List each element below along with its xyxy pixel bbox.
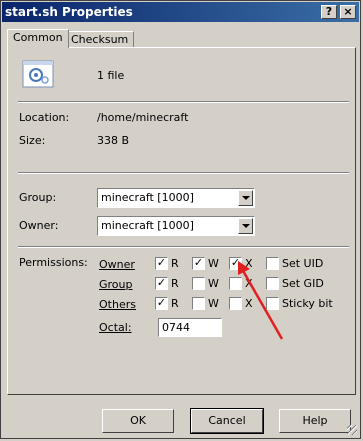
group-read-checkbox[interactable]: ✓ <box>155 277 168 290</box>
close-button[interactable]: × <box>340 5 356 19</box>
group-write-checkbox[interactable] <box>192 277 205 290</box>
owner-read-checkbox[interactable]: ✓ <box>155 257 168 270</box>
octal-label: Octal: <box>99 321 132 334</box>
file-count: 1 file <box>97 69 125 82</box>
r-label: R <box>171 297 179 310</box>
location-label: Location: <box>19 111 70 124</box>
others-read-checkbox[interactable]: ✓ <box>155 297 168 310</box>
common-tab-panel: 1 file Location: /home/minecraft Size: 3… <box>7 47 356 395</box>
chevron-down-icon[interactable] <box>238 218 253 234</box>
permissions-label: Permissions: <box>19 256 88 269</box>
title-bar[interactable]: start.sh Properties ? × <box>2 2 359 22</box>
owner-value: minecraft [1000] <box>101 219 194 232</box>
properties-icon <box>22 60 54 88</box>
location-value: /home/minecraft <box>97 111 189 124</box>
w-label: W <box>208 277 219 290</box>
separator <box>18 172 349 174</box>
group-value: minecraft [1000] <box>101 191 194 204</box>
perm-group-label: Group <box>99 278 133 291</box>
help-title-button[interactable]: ? <box>321 5 337 19</box>
others-write-checkbox[interactable] <box>192 297 205 310</box>
size-value: 338 B <box>97 134 130 147</box>
properties-dialog: start.sh Properties ? × Common Checksum … <box>0 0 361 439</box>
window-title: start.sh Properties <box>5 5 133 19</box>
separator <box>18 101 349 103</box>
check-icon: ✓ <box>156 256 167 269</box>
r-label: R <box>171 257 179 270</box>
help-button[interactable]: Help <box>279 409 351 433</box>
perm-owner-label: Owner <box>99 258 135 271</box>
separator <box>18 246 349 248</box>
octal-input[interactable]: 0744 <box>158 318 222 337</box>
w-label: W <box>208 297 219 310</box>
check-icon: ✓ <box>193 256 204 269</box>
cancel-button[interactable]: Cancel <box>190 408 264 434</box>
tab-common-label: Common <box>13 31 63 44</box>
group-label: Group: <box>19 191 57 204</box>
help-glyph: ? <box>325 5 333 18</box>
annotation-arrow <box>238 261 284 340</box>
close-icon: × <box>343 5 353 18</box>
owner-combobox[interactable]: minecraft [1000] <box>97 216 255 236</box>
owner-label: Owner: <box>19 219 59 232</box>
tab-common[interactable]: Common <box>7 29 69 48</box>
setuid-label: Set UID <box>282 257 324 270</box>
owner-write-checkbox[interactable]: ✓ <box>192 257 205 270</box>
group-combobox[interactable]: minecraft [1000] <box>97 188 255 208</box>
perm-others-label: Others <box>99 298 136 311</box>
tab-checksum[interactable]: Checksum <box>65 31 135 47</box>
r-label: R <box>171 277 179 290</box>
w-label: W <box>208 257 219 270</box>
chevron-down-icon[interactable] <box>238 190 253 206</box>
size-label: Size: <box>19 134 46 147</box>
check-icon: ✓ <box>156 296 167 309</box>
setgid-label: Set GID <box>282 277 324 290</box>
resize-grip-icon[interactable] <box>347 425 357 435</box>
tab-checksum-label: Checksum <box>71 33 129 46</box>
ok-button[interactable]: OK <box>102 409 174 433</box>
sticky-bit-label: Sticky bit <box>282 297 333 310</box>
check-icon: ✓ <box>156 276 167 289</box>
